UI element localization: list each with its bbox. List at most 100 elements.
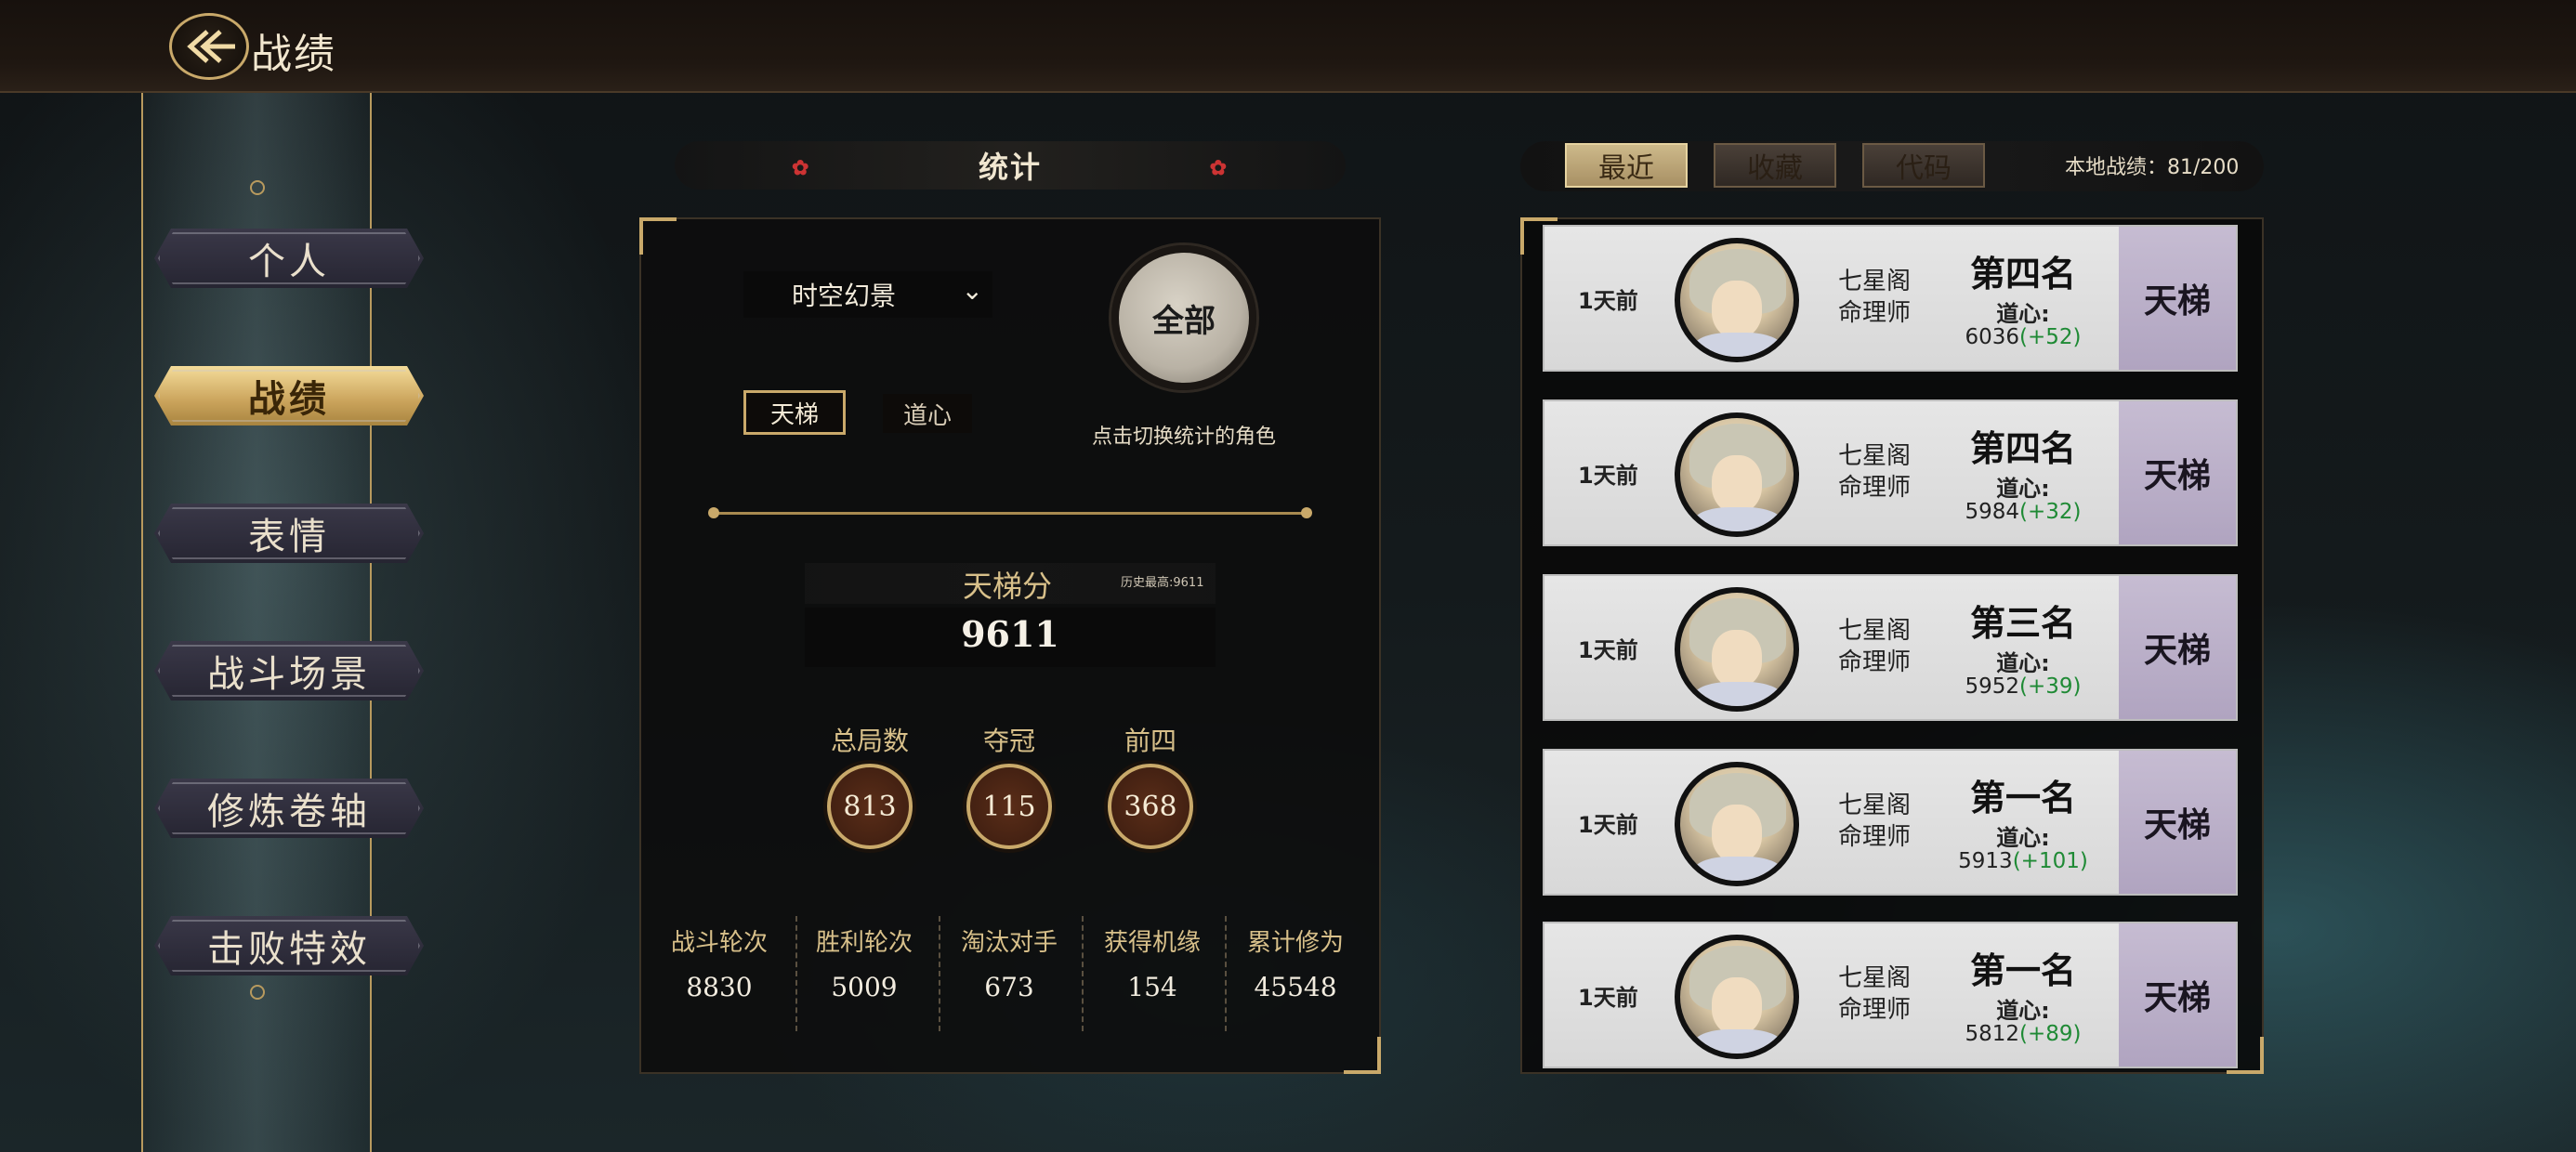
- record-time: 1天前: [1578, 637, 1638, 663]
- column-knob-icon: [250, 985, 265, 1000]
- eliminated-label: 淘汰对手: [960, 929, 1058, 957]
- sidebar-item-label: 个人: [248, 241, 330, 283]
- record-class-name: 命理师: [1837, 996, 1911, 1024]
- daoxin-delta: (+39): [2019, 674, 2082, 699]
- daoxin-number: 5984: [1965, 500, 2020, 524]
- daoxin-number: 5812: [1965, 1022, 2020, 1046]
- daoxin-delta: (+101): [2012, 849, 2088, 873]
- local-records-count: 本地战绩：81/200: [2065, 156, 2240, 179]
- record-rank: 第一名: [1969, 778, 2076, 818]
- tab-recent[interactable]: 最近: [1565, 143, 1688, 188]
- back-button[interactable]: [169, 13, 249, 80]
- sidebar-item-label: 战绩: [248, 377, 330, 421]
- record-mode-badge: 天梯: [2119, 576, 2236, 719]
- avatar: [1675, 238, 1799, 362]
- opportunities-label: 获得机缘: [1103, 929, 1201, 957]
- role-toggle-label: 全部: [1152, 302, 1216, 340]
- mode-select[interactable]: 时空幻景 ⌄: [743, 271, 992, 318]
- daoxin-number: 6036: [1965, 325, 2020, 349]
- sidebar-item-defeat-effect[interactable]: 击败特效: [154, 916, 424, 975]
- top-four-value: 368: [1108, 764, 1193, 849]
- top-four-label: 前四: [1124, 726, 1176, 756]
- sidebar-item-label: 击败特效: [207, 928, 371, 971]
- winning-rounds-label: 胜利轮次: [815, 929, 913, 957]
- record-time: 1天前: [1578, 812, 1638, 838]
- flower-ornament-icon: ✿: [792, 156, 811, 180]
- record-class-name: 命理师: [1837, 474, 1911, 502]
- stat-separator: [939, 916, 940, 1031]
- record-card[interactable]: 1天前 七星阁 命理师 第四名 道心: 5984(+32) 天梯: [1543, 399, 2238, 546]
- cultivation-value: 45548: [1254, 972, 1337, 1002]
- sidebar-item-battle-scene[interactable]: 战斗场景: [154, 641, 424, 700]
- record-mode-badge: 天梯: [2119, 751, 2236, 894]
- tab-favorites[interactable]: 收藏: [1714, 143, 1836, 188]
- battle-rounds-label: 战斗轮次: [670, 929, 768, 957]
- top-four-number: 368: [1124, 790, 1177, 823]
- total-games-label: 总局数: [830, 726, 909, 756]
- tab-code[interactable]: 代码: [1862, 143, 1985, 188]
- record-sect-name: 七星阁: [1837, 617, 1911, 645]
- column-knob-icon: [250, 180, 265, 195]
- sidebar-item-emotes[interactable]: 表情: [154, 504, 424, 563]
- record-class-name: 命理师: [1837, 299, 1911, 327]
- record-sect-name: 七星阁: [1837, 792, 1911, 819]
- record-time: 1天前: [1578, 985, 1638, 1011]
- record-card[interactable]: 1天前 七星阁 命理师 第一名 道心: 5913(+101) 天梯: [1543, 749, 2238, 896]
- eliminated-value: 673: [984, 972, 1034, 1002]
- top-bar: [0, 0, 2576, 93]
- record-sect-name: 七星阁: [1837, 964, 1911, 992]
- sidebar-item-cultivation-scroll[interactable]: 修炼卷轴: [154, 779, 424, 838]
- record-card[interactable]: 1天前 七星阁 命理师 第三名 道心: 5952(+39) 天梯: [1543, 574, 2238, 721]
- record-sect: 七星阁 命理师: [1823, 440, 1925, 504]
- daoxin-label: 道心:: [1996, 825, 2050, 851]
- battle-rounds-value: 8830: [686, 972, 753, 1002]
- daoxin-value: 5812(+89): [1944, 1022, 2102, 1046]
- avatar: [1675, 412, 1799, 537]
- daoxin-value: 5984(+32): [1944, 500, 2102, 524]
- daoxin-delta: (+32): [2019, 500, 2082, 524]
- record-time: 1天前: [1578, 463, 1638, 489]
- flower-ornament-icon: ✿: [1209, 156, 1229, 180]
- record-card[interactable]: 1天前 七星阁 命理师 第一名 道心: 5812(+89) 天梯: [1543, 922, 2238, 1068]
- daoxin-delta: (+89): [2019, 1022, 2082, 1046]
- record-rank: 第一名: [1969, 950, 2076, 991]
- wins-number: 115: [982, 790, 1036, 823]
- ladder-score-value: 9611: [961, 613, 1059, 655]
- record-sect: 七星阁 命理师: [1823, 615, 1925, 678]
- stat-separator: [1225, 916, 1227, 1031]
- record-rank: 第四名: [1969, 428, 2076, 469]
- record-sect: 七星阁 命理师: [1823, 790, 1925, 853]
- record-class-name: 命理师: [1837, 648, 1911, 676]
- back-arrow-icon: [187, 30, 235, 63]
- daoxin-label: 道心:: [1996, 650, 2050, 676]
- stats-header: ✿ 统计 ✿: [675, 141, 1346, 190]
- daoxin-label: 道心:: [1996, 998, 2050, 1024]
- record-sect: 七星阁 命理师: [1823, 266, 1925, 329]
- record-time: 1天前: [1578, 288, 1638, 314]
- role-hint: 点击切换统计的角色: [1091, 425, 1276, 449]
- sidebar-item-label: 修炼卷轴: [207, 791, 371, 833]
- mode-select-value: 时空幻景: [792, 281, 897, 311]
- sidebar-item-label: 战斗场景: [207, 653, 371, 696]
- daoxin-label: 道心:: [1996, 476, 2050, 502]
- divider-dot: [708, 507, 719, 518]
- record-rank: 第四名: [1969, 254, 2076, 295]
- opportunities-value: 154: [1127, 972, 1177, 1002]
- tab-ladder[interactable]: 天梯: [743, 390, 846, 435]
- record-sect: 七星阁 命理师: [1823, 962, 1925, 1026]
- sidebar-item-label: 表情: [248, 516, 330, 558]
- record-mode-badge: 天梯: [2119, 227, 2236, 370]
- total-games-value: 813: [827, 764, 913, 849]
- cultivation-label: 累计修为: [1246, 929, 1344, 957]
- record-mode-badge: 天梯: [2119, 401, 2236, 544]
- record-card[interactable]: 1天前 七星阁 命理师 第四名 道心: 6036(+52) 天梯: [1543, 225, 2238, 372]
- sidebar-item-records[interactable]: 战绩: [154, 366, 424, 425]
- avatar: [1675, 587, 1799, 712]
- daoxin-value: 6036(+52): [1944, 325, 2102, 349]
- role-toggle-button[interactable]: 全部: [1111, 245, 1256, 390]
- daoxin-delta: (+52): [2019, 325, 2082, 349]
- record-mode-badge: 天梯: [2119, 923, 2236, 1067]
- daoxin-label: 道心:: [1996, 301, 2050, 327]
- sidebar-item-personal[interactable]: 个人: [154, 229, 424, 288]
- tab-daoxin[interactable]: 道心: [883, 394, 972, 433]
